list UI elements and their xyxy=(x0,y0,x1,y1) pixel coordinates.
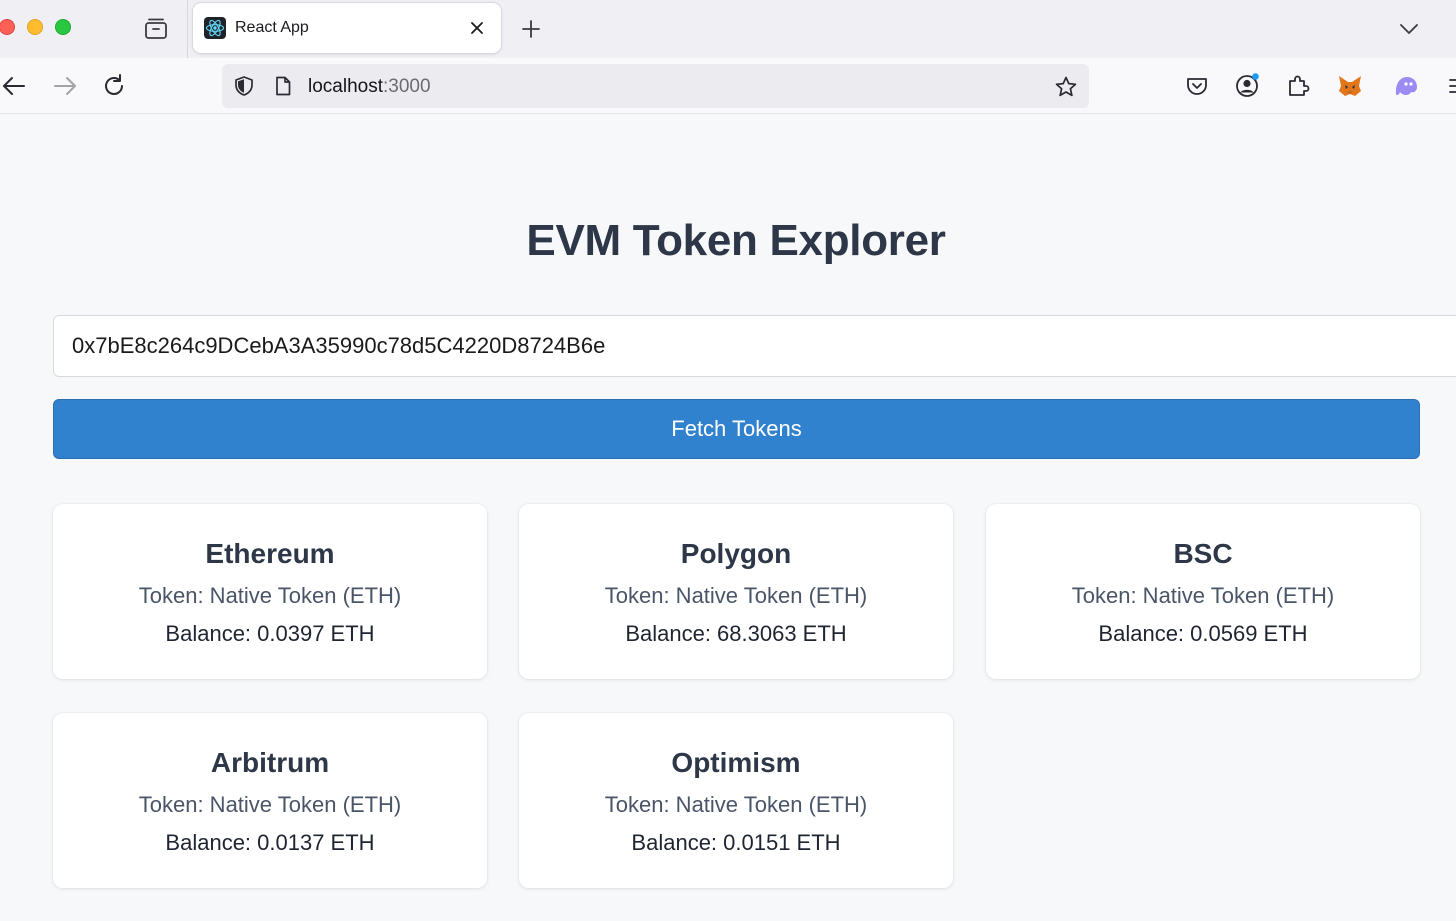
card-balance: Balance: 0.0397 ETH xyxy=(165,621,375,646)
chevron-down-icon[interactable] xyxy=(1396,16,1422,42)
network-card-arbitrum: Arbitrum Token: Native Token (ETH) Balan… xyxy=(53,713,487,888)
network-card-ethereum: Ethereum Token: Native Token (ETH) Balan… xyxy=(53,504,487,679)
tab-separator xyxy=(187,0,188,58)
bookmark-star-icon[interactable] xyxy=(1054,75,1078,99)
network-card-polygon: Polygon Token: Native Token (ETH) Balanc… xyxy=(519,504,953,679)
active-tab[interactable]: React App xyxy=(193,3,501,53)
pocket-icon[interactable] xyxy=(1183,72,1211,100)
card-token-label: Token: Native Token (ETH) xyxy=(1071,583,1335,608)
card-balance: Balance: 0.0151 ETH xyxy=(631,830,841,855)
react-logo-icon xyxy=(204,17,226,39)
reload-icon[interactable] xyxy=(99,71,129,101)
ghost-extension-icon[interactable] xyxy=(1392,72,1420,100)
metamask-fox-icon[interactable] xyxy=(1336,72,1364,100)
page-content: EVM Token Explorer Fetch Tokens Ethereum… xyxy=(0,115,1456,921)
page-title: EVM Token Explorer xyxy=(526,216,946,265)
window-close-button[interactable] xyxy=(0,19,15,35)
window-zoom-button[interactable] xyxy=(55,19,71,35)
card-balance: Balance: 0.0569 ETH xyxy=(1098,621,1308,646)
fetch-tokens-button[interactable]: Fetch Tokens xyxy=(53,399,1420,459)
card-network-name: Optimism xyxy=(671,747,801,778)
network-card-bsc: BSC Token: Native Token (ETH) Balance: 0… xyxy=(986,504,1420,679)
card-network-name: Ethereum xyxy=(205,538,335,569)
new-tab-icon[interactable] xyxy=(518,16,544,42)
card-token-label: Token: Native Token (ETH) xyxy=(138,583,402,608)
card-network-name: Polygon xyxy=(680,538,792,569)
browser-tab-bar: React App xyxy=(0,0,1456,58)
url-port: :3000 xyxy=(383,76,431,97)
wallet-address-input[interactable] xyxy=(53,315,1456,377)
account-icon[interactable] xyxy=(1233,72,1261,100)
address-bar[interactable]: localhost:3000 xyxy=(222,64,1089,108)
card-balance: Balance: 68.3063 ETH xyxy=(625,621,847,646)
shield-icon[interactable] xyxy=(233,75,255,97)
card-token-label: Token: Native Token (ETH) xyxy=(604,792,868,817)
close-tab-icon[interactable] xyxy=(467,18,487,38)
network-card-optimism: Optimism Token: Native Token (ETH) Balan… xyxy=(519,713,953,888)
card-network-name: Arbitrum xyxy=(210,747,330,778)
page-icon[interactable] xyxy=(272,75,294,97)
browser-navigation-bar: localhost:3000 xyxy=(0,58,1456,114)
tab-title: React App xyxy=(235,19,309,36)
forward-arrow-icon[interactable] xyxy=(49,71,79,101)
url-text[interactable]: localhost:3000 xyxy=(308,76,431,98)
window-minimize-button[interactable] xyxy=(27,19,43,35)
menu-icon[interactable] xyxy=(1444,72,1456,100)
card-token-label: Token: Native Token (ETH) xyxy=(138,792,402,817)
card-balance: Balance: 0.0137 ETH xyxy=(165,830,375,855)
url-host: localhost xyxy=(308,76,383,97)
card-token-label: Token: Native Token (ETH) xyxy=(604,583,868,608)
back-arrow-icon[interactable] xyxy=(0,71,30,101)
extensions-icon[interactable] xyxy=(1284,72,1312,100)
tab-overview-icon[interactable] xyxy=(143,16,169,42)
card-network-name: BSC xyxy=(1173,538,1233,569)
